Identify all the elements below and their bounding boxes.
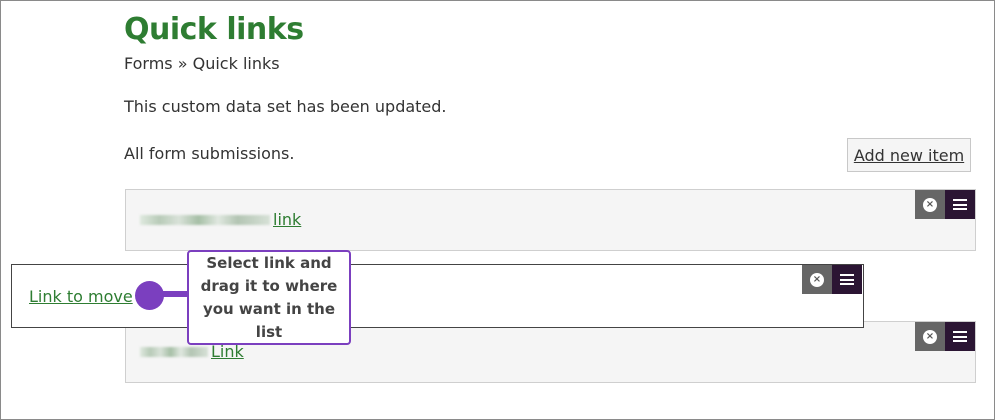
- callout-tooltip: Select link and drag it to where you wan…: [187, 250, 351, 345]
- x-circle-icon: ×: [923, 329, 937, 344]
- link-to-move[interactable]: Link to move: [29, 287, 133, 306]
- remove-item-button[interactable]: ×: [915, 322, 945, 351]
- callout-dot: [135, 281, 164, 310]
- breadcrumb-separator: »: [172, 54, 193, 73]
- item-link[interactable]: link: [273, 210, 301, 229]
- blurred-text: [140, 214, 270, 225]
- callout-connector: [160, 291, 190, 297]
- hamburger-menu-icon: [953, 199, 967, 210]
- x-circle-icon: ×: [923, 197, 937, 212]
- breadcrumb-current: Quick links: [192, 54, 280, 73]
- section-label: All form submissions.: [124, 144, 295, 163]
- hamburger-menu-icon: [840, 274, 854, 285]
- hamburger-menu-icon: [953, 331, 967, 342]
- item-menu-button[interactable]: [832, 265, 862, 294]
- item-menu-button[interactable]: [945, 190, 975, 219]
- blurred-text: [140, 346, 208, 357]
- item-menu-button[interactable]: [945, 322, 975, 351]
- remove-item-button[interactable]: ×: [802, 265, 832, 294]
- breadcrumb: Forms » Quick links: [124, 54, 280, 73]
- x-circle-icon: ×: [810, 272, 824, 287]
- add-new-item-button[interactable]: Add new item: [847, 138, 971, 172]
- breadcrumb-forms-link[interactable]: Forms: [124, 54, 173, 73]
- remove-item-button[interactable]: ×: [915, 190, 945, 219]
- list-item: link ×: [125, 189, 976, 251]
- item-link-wrap: link: [140, 210, 301, 229]
- page-title: Quick links: [124, 12, 304, 47]
- status-message: This custom data set has been updated.: [124, 97, 447, 116]
